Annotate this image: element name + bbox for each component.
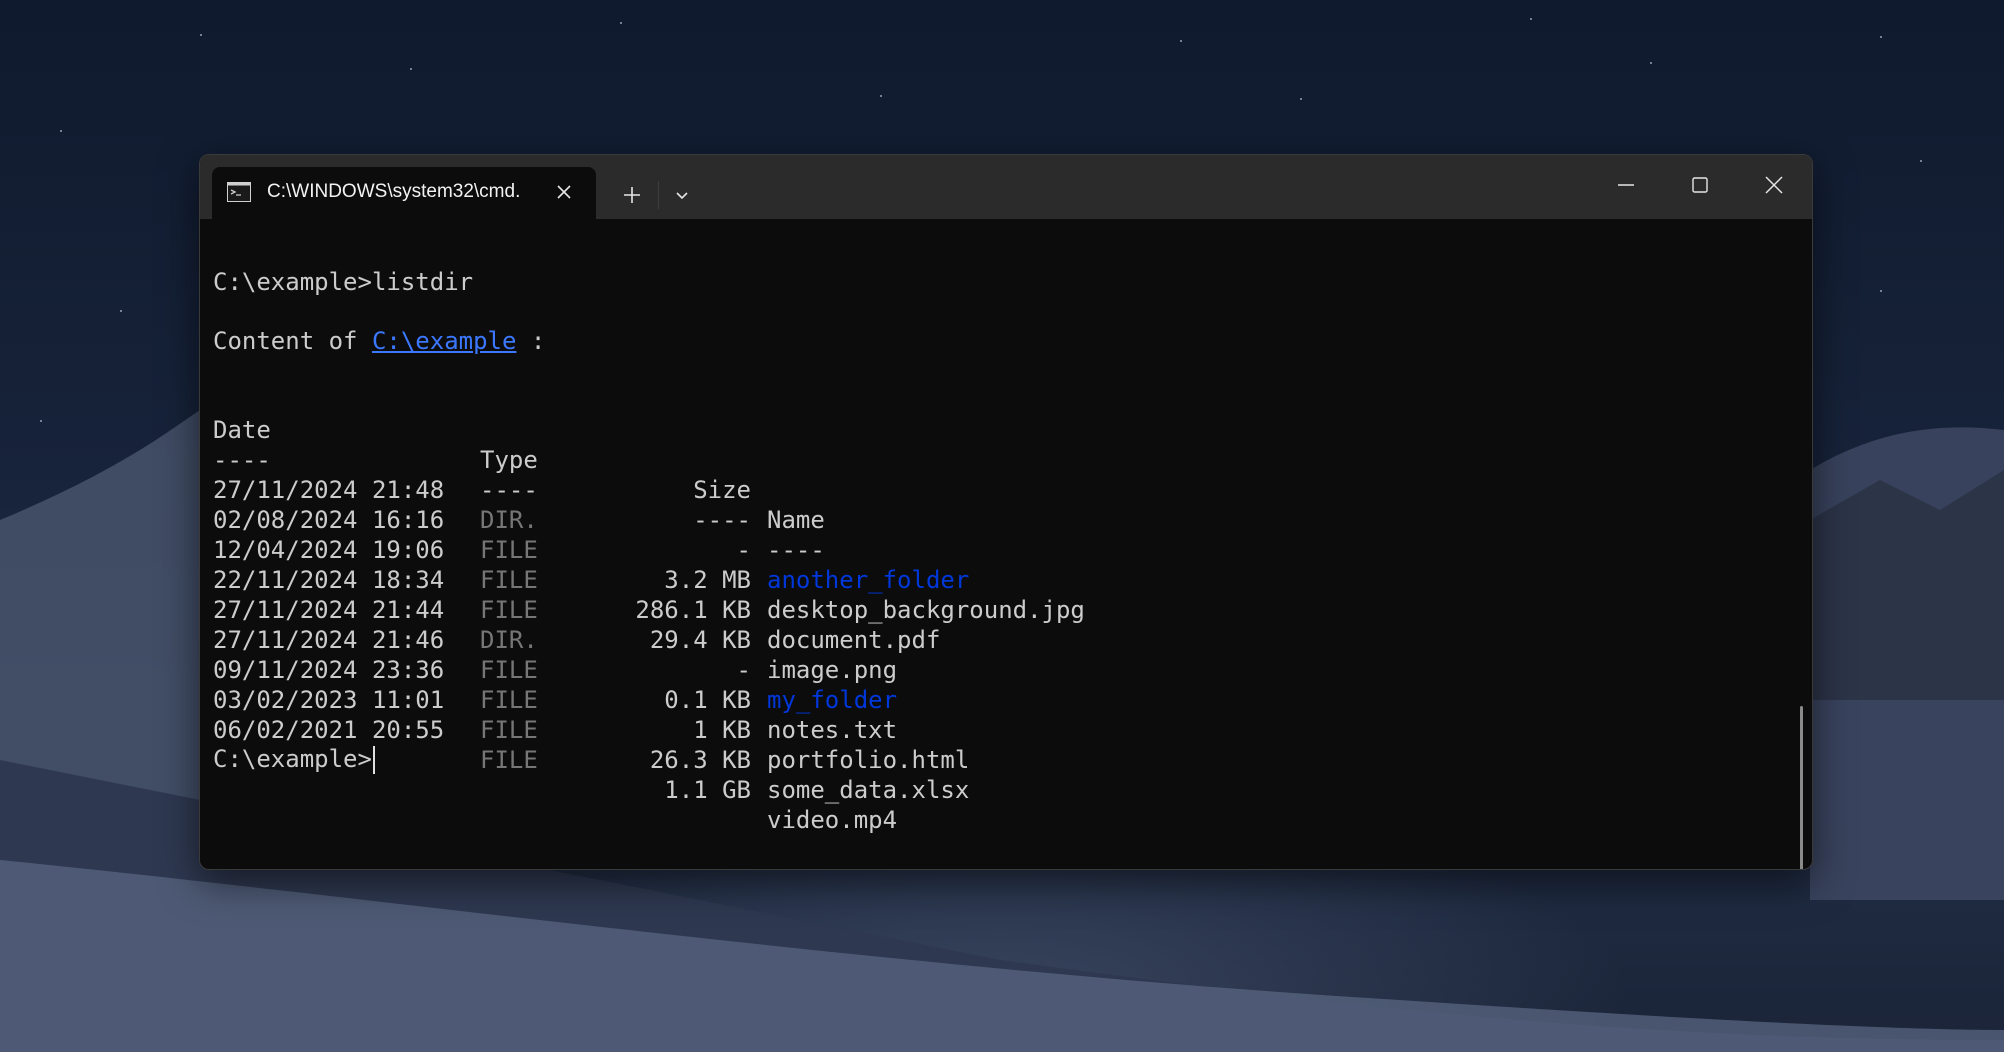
table-row: 06/02/2021 20:55 FILE 1.1 GB video.mp4 [213, 685, 897, 834]
table-row: 27/11/2024 21:48 DIR. - another_folder [213, 445, 969, 594]
tab-title: C:\WINDOWS\system32\cmd. [267, 181, 521, 202]
row-date: 06/02/2021 20:55 [213, 716, 445, 744]
close-icon[interactable] [552, 180, 576, 204]
row-type: FILE [480, 656, 538, 684]
row-name: video.mp4 [767, 806, 898, 834]
table-row: 12/04/2024 19:06 FILE 286.1 KB document.… [213, 505, 940, 654]
tab-cmd[interactable]: C:\WINDOWS\system32\cmd. [212, 167, 596, 219]
header-name: Name [767, 506, 825, 534]
separator-size: ---- [693, 506, 751, 534]
close-icon [1765, 176, 1783, 194]
minimize-button[interactable] [1596, 165, 1656, 205]
header-type: Type [480, 446, 538, 474]
maximize-icon [1692, 177, 1708, 193]
plus-icon [624, 187, 640, 203]
content-suffix: : [516, 327, 546, 355]
row-type: DIR. [480, 626, 538, 654]
row-name[interactable]: my_folder [767, 685, 897, 715]
row-size: - [736, 656, 751, 684]
header-size: Size [693, 476, 751, 504]
row-type: FILE [480, 566, 538, 594]
command-line: C:\example>listdir [213, 268, 474, 296]
close-window-button[interactable] [1744, 165, 1804, 205]
separator-type: ---- [480, 476, 538, 504]
row-type: FILE [480, 746, 538, 774]
row-size: 0.1 KB [664, 686, 751, 714]
prompt-line[interactable]: C:\example> [213, 744, 375, 774]
row-type: FILE [480, 716, 538, 744]
table-row: 22/11/2024 18:34 FILE 29.4 KB image.png [213, 535, 897, 684]
terminal-window: C:\WINDOWS\system32\cmd. C:\example>list… [199, 154, 1813, 870]
maximize-button[interactable] [1670, 165, 1730, 205]
content-prefix: Content of [213, 327, 372, 355]
chevron-down-icon [676, 192, 688, 200]
divider [658, 181, 659, 209]
table-row: 27/11/2024 21:46 FILE 0.1 KB notes.txt [213, 595, 897, 744]
row-type: FILE [480, 686, 538, 714]
table-separator: ---- ---- ---- ---- [213, 415, 825, 564]
terminal-output[interactable]: C:\example>listdir Content of C:\example… [200, 219, 1812, 869]
terminal-icon [227, 182, 251, 202]
row-name[interactable]: another_folder [767, 565, 969, 595]
table-row: 27/11/2024 21:44 DIR. - my_folder [213, 565, 897, 714]
row-size: 1 KB [693, 716, 751, 744]
row-size: - [736, 536, 751, 564]
table-row: 03/02/2023 11:01 FILE 26.3 KB some_data.… [213, 655, 969, 804]
row-type: FILE [480, 536, 538, 564]
tab-dropdown-button[interactable] [664, 177, 700, 213]
row-size: 286.1 KB [635, 596, 751, 624]
table-header: Date Type Size Name [213, 385, 825, 534]
content-heading: Content of C:\example : [213, 326, 545, 356]
separator-name: ---- [767, 536, 825, 564]
table-row: 09/11/2024 23:36 FILE 1 KB portfolio.htm… [213, 625, 969, 774]
row-name: desktop_background.jpg [767, 596, 1085, 624]
row-name: document.pdf [767, 626, 941, 654]
prompt: C:\example> [213, 745, 372, 773]
row-type: FILE [480, 596, 538, 624]
title-bar[interactable]: C:\WINDOWS\system32\cmd. [200, 155, 1812, 219]
row-size: 26.3 KB [649, 746, 751, 774]
row-size: 3.2 MB [664, 566, 751, 594]
row-type: DIR. [480, 506, 538, 534]
row-name: notes.txt [767, 716, 898, 744]
scrollbar[interactable] [1800, 706, 1803, 869]
minimize-icon [1618, 184, 1634, 186]
row-name: portfolio.html [767, 746, 970, 774]
content-path-link[interactable]: C:\example [372, 327, 517, 355]
table-row: 02/08/2024 16:16 FILE 3.2 MB desktop_bac… [213, 475, 1085, 624]
row-name: image.png [767, 656, 898, 684]
new-tab-button[interactable] [614, 177, 650, 213]
row-size: 29.4 KB [649, 626, 751, 654]
row-size: 1.1 GB [664, 776, 751, 804]
row-name: some_data.xlsx [767, 776, 970, 804]
text-cursor [372, 746, 375, 774]
